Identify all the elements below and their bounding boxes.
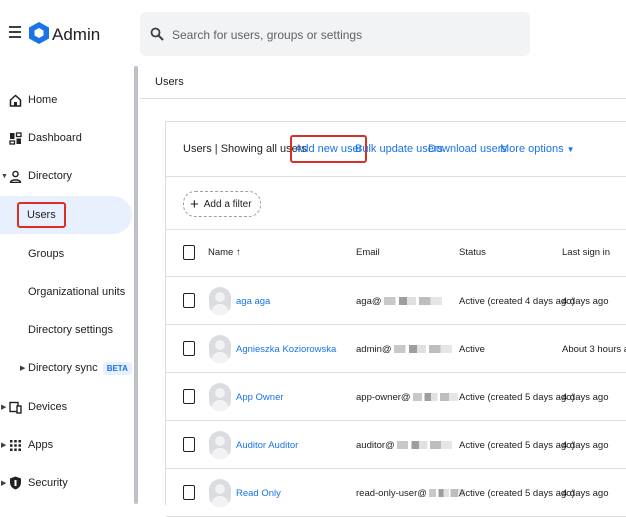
caret-down-icon: ▼ bbox=[1, 172, 8, 180]
sidebar-item-directory-sync[interactable]: ▶ Directory sync BETA bbox=[0, 349, 132, 387]
person-icon bbox=[8, 169, 22, 183]
add-filter-label: Add a filter bbox=[203, 198, 252, 210]
sort-ascending-icon: ↑ bbox=[235, 247, 241, 258]
avatar bbox=[209, 383, 231, 411]
home-icon bbox=[8, 93, 22, 107]
user-email: aga@ bbox=[356, 296, 442, 307]
user-name-link[interactable]: App Owner bbox=[236, 392, 284, 403]
sidebar-item-home[interactable]: Home bbox=[0, 81, 132, 119]
sidebar-item-apps[interactable]: ▶ Apps bbox=[0, 426, 132, 464]
search-input[interactable] bbox=[170, 23, 514, 47]
row-checkbox[interactable] bbox=[183, 293, 195, 308]
dashboard-icon bbox=[8, 131, 22, 145]
search-box[interactable] bbox=[140, 12, 530, 56]
sidebar: Home Dashboard ▼ Directory Users Groups … bbox=[0, 66, 134, 504]
sidebar-item-dashboard[interactable]: Dashboard bbox=[0, 119, 132, 157]
caret-right-icon: ▶ bbox=[1, 404, 7, 411]
avatar bbox=[209, 479, 231, 507]
users-toolbar: Users | Showing all users Add new user B… bbox=[166, 122, 626, 177]
sidebar-item-label: Groups bbox=[28, 248, 65, 260]
sidebar-item-label: Home bbox=[28, 94, 58, 106]
last-sign-in-column-header: Last sign in bbox=[562, 247, 611, 258]
caret-right-icon: ▶ bbox=[1, 442, 7, 449]
sidebar-item-devices[interactable]: ▶ Devices bbox=[0, 388, 132, 426]
email-column-header: Email bbox=[356, 247, 380, 258]
table-header: Name ↑ Email Status Last sign in bbox=[166, 230, 626, 277]
user-last-sign-in: 4 days ago bbox=[562, 392, 609, 403]
sidebar-item-users[interactable]: Users bbox=[0, 196, 132, 234]
table-row[interactable]: Agnieszka Koziorowska admin@ Active Abou… bbox=[166, 325, 626, 373]
sidebar-item-label: Directory bbox=[28, 170, 73, 182]
user-last-sign-in: About 3 hours ago bbox=[562, 344, 626, 355]
table-row[interactable]: aga aga aga@ Active (created 4 days ago)… bbox=[166, 277, 626, 325]
table-row[interactable]: Auditor Auditor auditor@ Active (created… bbox=[166, 421, 626, 469]
top-bar: Admin bbox=[0, 0, 626, 66]
user-email: admin@ bbox=[356, 344, 452, 355]
sidebar-item-groups[interactable]: Groups bbox=[0, 235, 132, 273]
avatar bbox=[209, 431, 231, 459]
sidebar-item-label: Apps bbox=[28, 439, 54, 451]
user-email: auditor@ bbox=[356, 440, 452, 451]
status-column-header: Status bbox=[459, 247, 486, 258]
sidebar-item-label: Dashboard bbox=[28, 132, 82, 144]
breadcrumb: Users bbox=[155, 76, 184, 88]
sidebar-item-security[interactable]: ▶ Security bbox=[0, 464, 132, 502]
user-last-sign-in: 4 days ago bbox=[562, 296, 609, 307]
user-status: Active (created 5 days ago) bbox=[459, 392, 575, 403]
user-status: Active bbox=[459, 344, 485, 355]
table-row[interactable]: Read Only read-only-user@ Active (create… bbox=[166, 469, 626, 517]
users-title: Users | Showing all users bbox=[183, 143, 307, 155]
download-users-button[interactable]: Download users bbox=[428, 143, 507, 155]
row-checkbox[interactable] bbox=[183, 485, 195, 500]
users-card: Users | Showing all users Add new user B… bbox=[165, 121, 626, 517]
sidebar-item-label: Devices bbox=[28, 401, 68, 413]
plus-icon: + bbox=[190, 195, 199, 213]
user-last-sign-in: 4 days ago bbox=[562, 440, 609, 451]
row-checkbox[interactable] bbox=[183, 341, 195, 356]
user-email: read-only-user@ bbox=[356, 488, 465, 499]
user-name-link[interactable]: Agnieszka Koziorowska bbox=[236, 344, 336, 355]
sidebar-item-label: Directory settings bbox=[28, 324, 113, 336]
sidebar-item-organizational-units[interactable]: Organizational units bbox=[0, 273, 132, 311]
devices-icon bbox=[8, 400, 22, 414]
menu-icon[interactable] bbox=[9, 26, 21, 38]
user-name-link[interactable]: Auditor Auditor bbox=[236, 440, 298, 451]
apps-grid-icon bbox=[8, 438, 22, 452]
add-filter-button[interactable]: + Add a filter bbox=[183, 191, 261, 217]
caret-right-icon: ▶ bbox=[20, 365, 26, 372]
sidebar-scrollbar[interactable] bbox=[134, 66, 138, 504]
beta-badge: BETA bbox=[102, 361, 132, 375]
avatar bbox=[209, 335, 231, 363]
user-email: app-owner@ bbox=[356, 392, 458, 403]
search-icon bbox=[150, 27, 164, 41]
shield-icon bbox=[8, 476, 22, 490]
sidebar-item-directory[interactable]: ▼ Directory bbox=[0, 157, 132, 195]
admin-logo-icon bbox=[29, 22, 49, 44]
user-status: Active (created 4 days ago) bbox=[459, 296, 575, 307]
sidebar-item-label: Organizational units bbox=[28, 286, 126, 298]
table-row[interactable]: App Owner app-owner@ Active (created 5 d… bbox=[166, 373, 626, 421]
sidebar-item-label: Directory sync bbox=[28, 362, 98, 374]
sidebar-item-label: Users bbox=[17, 202, 66, 228]
user-status: Active (created 5 days ago) bbox=[459, 488, 575, 499]
row-checkbox[interactable] bbox=[183, 437, 195, 452]
caret-right-icon: ▶ bbox=[1, 480, 7, 487]
user-status: Active (created 5 days ago) bbox=[459, 440, 575, 451]
app-title: Admin bbox=[52, 25, 101, 44]
user-name-link[interactable]: aga aga bbox=[236, 296, 270, 307]
sidebar-item-directory-settings[interactable]: Directory settings bbox=[0, 311, 132, 349]
sidebar-item-label: Security bbox=[28, 477, 68, 489]
avatar bbox=[209, 287, 231, 315]
breadcrumb-bar: Users bbox=[140, 66, 626, 99]
filter-row: + Add a filter bbox=[166, 177, 626, 230]
name-column-header[interactable]: Name ↑ bbox=[208, 247, 241, 258]
user-name-link[interactable]: Read Only bbox=[236, 488, 281, 499]
select-all-checkbox[interactable] bbox=[183, 245, 195, 260]
caret-down-icon: ▼ bbox=[566, 145, 575, 154]
more-options-button[interactable]: More options ▼ bbox=[500, 143, 575, 155]
user-last-sign-in: 4 days ago bbox=[562, 488, 609, 499]
row-checkbox[interactable] bbox=[183, 389, 195, 404]
